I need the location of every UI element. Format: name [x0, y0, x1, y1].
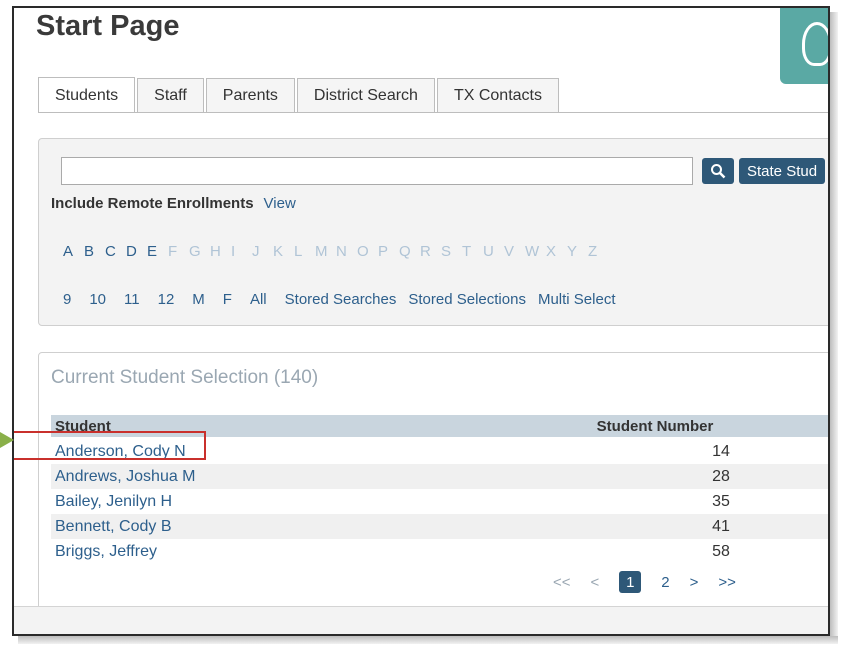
grade-12[interactable]: 12 — [158, 291, 175, 308]
letter-e[interactable]: E — [147, 243, 168, 260]
pager-next[interactable]: > — [690, 574, 699, 591]
gender-m[interactable]: M — [192, 291, 205, 308]
letter-m[interactable]: M — [315, 243, 336, 260]
frame-shadow-bottom — [18, 636, 838, 644]
letter-t[interactable]: T — [462, 243, 483, 260]
table-row: Bennett, Cody B 41 — [51, 514, 828, 539]
letter-k[interactable]: K — [273, 243, 294, 260]
student-number: 41 — [712, 517, 730, 535]
pager-page-2[interactable]: 2 — [661, 574, 669, 591]
letter-j[interactable]: J — [252, 243, 273, 260]
student-number: 28 — [712, 467, 730, 485]
tab-district-search[interactable]: District Search — [296, 78, 435, 112]
student-number: 58 — [712, 542, 730, 560]
pager-first[interactable]: << — [553, 574, 571, 591]
search-panel: State Stud Include Remote Enrollments Vi… — [38, 138, 828, 326]
tab-parents[interactable]: Parents — [205, 78, 295, 112]
state-student-search-button[interactable]: State Stud — [739, 158, 826, 184]
letter-i[interactable]: I — [231, 243, 252, 260]
table-row: Andrews, Joshua M 28 — [51, 464, 828, 489]
letter-v[interactable]: V — [504, 243, 525, 260]
pager-last[interactable]: >> — [718, 574, 736, 591]
letter-f[interactable]: F — [168, 243, 189, 260]
letter-b[interactable]: B — [84, 243, 105, 260]
letter-q[interactable]: Q — [399, 243, 420, 260]
student-name-link[interactable]: Briggs, Jeffrey — [51, 543, 575, 561]
stored-searches-link[interactable]: Stored Searches — [285, 291, 397, 308]
pointer-arrow-icon — [0, 432, 14, 448]
letter-o[interactable]: O — [357, 243, 378, 260]
letter-c[interactable]: C — [105, 243, 126, 260]
screenshot-frame: Start Page Students Staff Parents Distri… — [12, 6, 830, 636]
letter-x[interactable]: X — [546, 243, 567, 260]
view-link[interactable]: View — [264, 195, 296, 212]
pager-page-1[interactable]: 1 — [619, 571, 642, 593]
student-name-link[interactable]: Andrews, Joshua M — [51, 468, 575, 486]
alphabet-filter: A B C D E F G H I J K L M N O P Q R S T … — [63, 243, 609, 260]
tab-bar: Students Staff Parents District Search T… — [38, 77, 561, 113]
search-button[interactable] — [702, 158, 734, 184]
table-row: Briggs, Jeffrey 58 — [51, 539, 828, 564]
tab-staff[interactable]: Staff — [137, 78, 204, 112]
letter-p[interactable]: P — [378, 243, 399, 260]
grade-11[interactable]: 11 — [124, 291, 140, 308]
include-remote-label: Include Remote Enrollments — [51, 195, 254, 212]
letter-r[interactable]: R — [420, 243, 441, 260]
pagination: << < 1 2 > >> — [553, 571, 756, 593]
column-student-number[interactable]: Student Number — [575, 418, 735, 435]
selection-title: Current Student Selection (140) — [51, 367, 318, 389]
tab-tx-contacts[interactable]: TX Contacts — [436, 78, 559, 112]
district-logo — [780, 8, 828, 84]
student-name-link[interactable]: Bennett, Cody B — [51, 518, 575, 536]
grade-10[interactable]: 10 — [89, 291, 106, 308]
letter-d[interactable]: D — [126, 243, 147, 260]
table-row: Bailey, Jenilyn H 35 — [51, 489, 828, 514]
grade-filter-row: 9 10 11 12 M F All Stored Searches Store… — [63, 291, 627, 308]
tab-divider — [38, 112, 828, 113]
highlight-box — [14, 431, 206, 460]
letter-a[interactable]: A — [63, 243, 84, 260]
letter-g[interactable]: G — [189, 243, 210, 260]
logo-icon — [802, 22, 828, 66]
student-number: 35 — [712, 492, 730, 510]
letter-l[interactable]: L — [294, 243, 315, 260]
frame-shadow-right — [830, 12, 838, 640]
student-selection-panel: Current Student Selection (140) Student … — [38, 352, 828, 612]
letter-u[interactable]: U — [483, 243, 504, 260]
page-title: Start Page — [36, 10, 180, 42]
letter-n[interactable]: N — [336, 243, 357, 260]
pager-prev[interactable]: < — [591, 574, 600, 591]
footer-bar — [14, 606, 828, 634]
student-number: 14 — [712, 442, 730, 460]
letter-z[interactable]: Z — [588, 243, 609, 260]
search-icon — [711, 164, 726, 179]
letter-s[interactable]: S — [441, 243, 462, 260]
remote-enrollments-row: Include Remote Enrollments View — [51, 195, 296, 212]
search-input[interactable] — [61, 157, 693, 185]
grade-9[interactable]: 9 — [63, 291, 71, 308]
letter-h[interactable]: H — [210, 243, 231, 260]
letter-y[interactable]: Y — [567, 243, 588, 260]
tab-students[interactable]: Students — [38, 77, 136, 113]
stored-selections-link[interactable]: Stored Selections — [408, 291, 526, 308]
grade-all[interactable]: All — [250, 291, 267, 308]
student-name-link[interactable]: Bailey, Jenilyn H — [51, 493, 575, 511]
letter-w[interactable]: W — [525, 243, 546, 260]
gender-f[interactable]: F — [223, 291, 232, 308]
selection-title-text: Current Student Selection (140) — [51, 367, 319, 388]
multi-select-link[interactable]: Multi Select — [538, 291, 616, 308]
